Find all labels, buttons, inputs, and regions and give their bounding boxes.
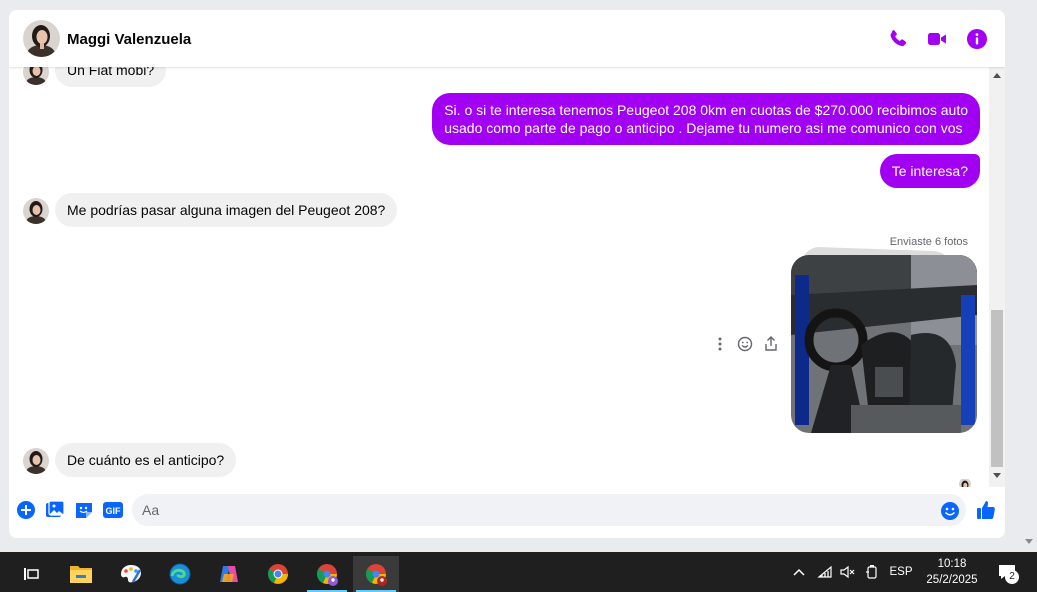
show-hidden-icons-chevron-icon[interactable] xyxy=(789,552,809,592)
scroll-up-arrow[interactable] xyxy=(993,73,1001,78)
contact-avatar-small xyxy=(23,448,49,474)
incoming-message-bubble[interactable]: Un Fiat mobi? xyxy=(55,67,167,87)
plus-icon[interactable] xyxy=(16,500,36,520)
like-icon[interactable] xyxy=(975,499,997,521)
sent-photos-label: Enviaste 6 fotos xyxy=(889,236,968,248)
message-list[interactable]: Un Fiat mobi? Si. o si te interesa tenem… xyxy=(9,67,989,487)
taskbar: ESP 10:18 25/2/2025 2 xyxy=(0,552,1037,592)
contact-avatar-small xyxy=(23,67,49,85)
outgoing-message-bubble[interactable]: Te interesa? xyxy=(879,154,980,188)
clock[interactable]: 10:18 25/2/2025 xyxy=(916,556,988,588)
video-camera-icon[interactable] xyxy=(925,27,949,51)
battery-plug-icon[interactable] xyxy=(862,552,882,592)
chrome-profile-active-icon[interactable] xyxy=(353,556,399,592)
clock-time: 10:18 xyxy=(937,558,967,570)
contact-avatar-small xyxy=(23,198,49,224)
scroll-thumb[interactable] xyxy=(991,310,1003,467)
chrome-icon[interactable] xyxy=(255,556,301,592)
forward-icon[interactable] xyxy=(762,335,780,353)
contact-name[interactable]: Maggi Valenzuela xyxy=(67,31,191,48)
incoming-message-bubble[interactable]: De cuánto es el anticipo? xyxy=(55,443,237,477)
clock-date: 25/2/2025 xyxy=(926,574,978,586)
page-scroll-down-arrow[interactable] xyxy=(1025,539,1033,544)
notification-center-icon[interactable]: 2 xyxy=(992,552,1022,592)
chrome-profile-icon[interactable] xyxy=(304,556,350,592)
read-receipt-avatar xyxy=(959,478,971,487)
incoming-message-bubble[interactable]: Me podrías pasar alguna imagen del Peuge… xyxy=(55,193,398,227)
message-text-line: Si. o si te interesa tenemos Peugeot 208… xyxy=(444,102,968,118)
file-explorer-icon[interactable] xyxy=(58,556,104,592)
outgoing-message-bubble[interactable]: Si. o si te interesa tenemos Peugeot 208… xyxy=(432,93,980,145)
info-icon[interactable] xyxy=(965,27,989,51)
gif-icon[interactable]: GIF xyxy=(102,500,124,520)
contact-avatar[interactable] xyxy=(23,20,60,57)
language-indicator[interactable]: ESP xyxy=(886,552,916,592)
notification-count-badge: 2 xyxy=(1005,570,1019,584)
paint-icon[interactable] xyxy=(108,556,154,592)
message-text-line: usado como parte de pago o anticipo . De… xyxy=(444,120,963,136)
image-icon[interactable] xyxy=(45,500,65,520)
sent-photo[interactable] xyxy=(791,255,977,433)
more-options-icon[interactable] xyxy=(711,335,729,353)
phone-icon[interactable] xyxy=(886,27,910,51)
message-input[interactable] xyxy=(132,494,966,526)
message-scrollbar[interactable] xyxy=(989,67,1005,487)
edge-icon[interactable] xyxy=(157,556,203,592)
gif-icon-label: GIF xyxy=(106,506,122,516)
task-view-icon[interactable] xyxy=(8,556,54,592)
react-icon[interactable] xyxy=(736,335,754,353)
chat-window: Maggi Valenzuela Un Fiat mobi? Si. o si … xyxy=(9,10,1005,538)
emoji-icon[interactable] xyxy=(940,501,960,521)
scroll-down-arrow[interactable] xyxy=(993,473,1001,478)
sticker-icon[interactable] xyxy=(74,500,94,520)
wifi-icon[interactable] xyxy=(815,552,835,592)
copilot-icon[interactable] xyxy=(206,556,252,592)
composer: GIF xyxy=(9,490,1005,538)
chat-header: Maggi Valenzuela xyxy=(9,10,1005,67)
volume-muted-icon[interactable] xyxy=(837,552,857,592)
